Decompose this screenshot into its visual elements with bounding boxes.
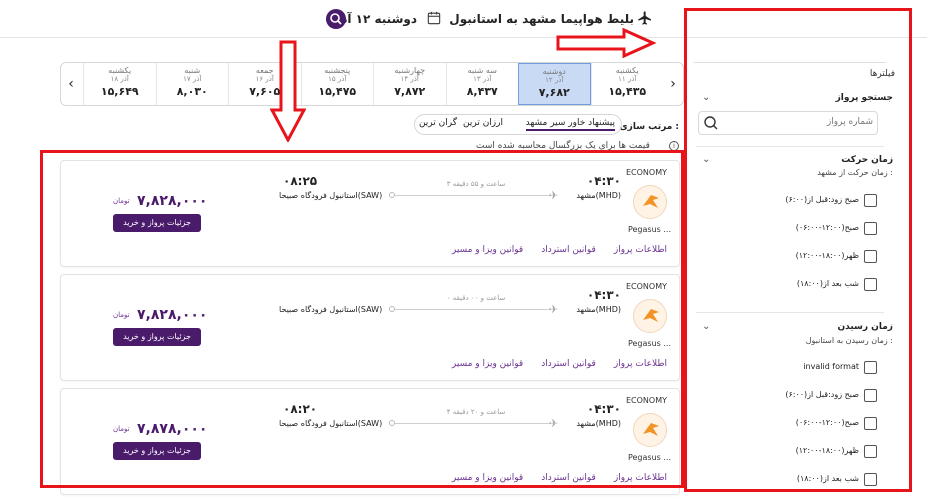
sort-options: پیشنهاد خاور سیر مشهد ارزان ترین گران تر… xyxy=(414,114,622,135)
date-cell[interactable]: یکشنبه ۱۱ آذر ۱۵,۴۳۵ xyxy=(590,63,664,105)
date-price: ۱۵,۴۳۵ xyxy=(608,85,647,98)
carousel-prev-button[interactable]: ‹ xyxy=(61,63,81,105)
header-date: دوشنبه ۱۲ آذر xyxy=(334,12,417,26)
chevron-left-icon: ‹ xyxy=(68,76,74,92)
search-icon xyxy=(330,13,342,25)
date-label: ۱۴ آذر xyxy=(400,75,419,83)
date-day: پنجشنبه xyxy=(324,66,351,75)
annotation-arrow-right xyxy=(556,28,656,58)
airplane-icon xyxy=(638,11,651,25)
date-day: سه شنبه xyxy=(467,66,497,75)
date-day: چهارشنبه xyxy=(394,66,426,75)
annotation-arrow-down xyxy=(270,40,306,142)
date-label: ۱۳ آذر xyxy=(473,75,492,83)
date-day: شنبه xyxy=(184,66,201,75)
date-day: دوشنبه xyxy=(542,67,566,76)
sort-label: مرتب سازی : xyxy=(619,122,679,132)
sort-option-suggested[interactable]: پیشنهاد خاور سیر مشهد xyxy=(525,118,615,131)
date-price: ۸,۴۳۷ xyxy=(466,85,498,98)
date-carousel: ‹ › یکشنبه ۱۸ آذر ۱۵,۶۴۹ شنبه ۱۷ آذر ۸,۰۳۰ جمع… xyxy=(60,62,684,106)
date-cell[interactable]: شنبه ۱۷ آذر ۸,۰۳۰ xyxy=(155,63,229,105)
carousel-next-button[interactable]: › xyxy=(663,63,683,105)
annotation-box-filters xyxy=(684,8,912,492)
header-search-button[interactable] xyxy=(326,9,346,29)
date-cell[interactable]: پنجشنبه ۱۵ آذر ۱۵,۴۷۵ xyxy=(300,63,374,105)
date-cell[interactable]: یکشنبه ۱۸ آذر ۱۵,۶۴۹ xyxy=(83,63,156,105)
date-label: ۱۱ آذر xyxy=(618,75,637,83)
annotation-box-results xyxy=(40,150,684,488)
date-price: ۷,۶۸۲ xyxy=(538,86,570,99)
date-cell[interactable]: چهارشنبه ۱۴ آذر ۷,۸۷۲ xyxy=(373,63,446,105)
chevron-right-icon: › xyxy=(670,76,676,92)
date-cell[interactable]: دوشنبه ۱۲ آذر ۷,۶۸۲ xyxy=(518,63,591,105)
date-label: ۱۸ آذر xyxy=(110,75,129,83)
date-day: یکشنبه xyxy=(615,66,639,75)
sort-option-cheapest[interactable]: ارزان ترین xyxy=(463,118,503,128)
date-price: ۱۵,۶۴۹ xyxy=(100,85,139,98)
date-label: ۱۷ آذر xyxy=(183,75,202,83)
date-day: یکشنبه xyxy=(108,66,132,75)
date-label: ۱۵ آذر xyxy=(328,75,347,83)
date-price: ۸,۰۳۰ xyxy=(176,85,208,98)
date-label: ۱۲ آذر xyxy=(545,76,564,84)
date-cell[interactable]: سه شنبه ۱۳ آذر ۸,۴۳۷ xyxy=(445,63,519,105)
page-title: بلیط هواپیما مشهد به استانبول xyxy=(449,12,634,26)
sort-option-expensive[interactable]: گران ترین xyxy=(419,118,457,128)
calendar-icon xyxy=(427,11,441,25)
date-price: ۷,۸۷۲ xyxy=(394,85,426,98)
date-price: ۱۵,۴۷۵ xyxy=(318,85,357,98)
